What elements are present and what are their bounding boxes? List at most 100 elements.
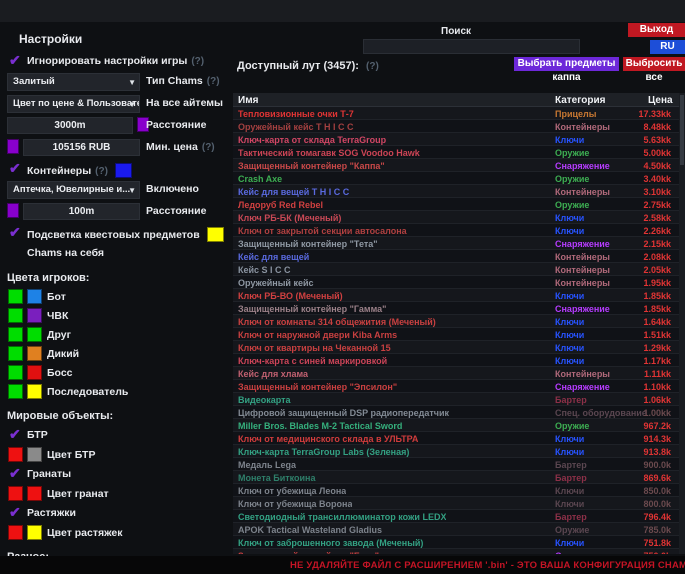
color-btr-swatch-1[interactable]: [8, 447, 23, 462]
containers-color-swatch[interactable]: [115, 163, 132, 178]
table-row[interactable]: Ключ-карта TerraGroup Labs (Зеленая)Ключ…: [233, 445, 685, 458]
grenades-checkbox[interactable]: ✔: [9, 466, 24, 481]
item-name: Ключ от наружной двери Kiba Arms: [238, 330, 397, 340]
item-price: 2.05kk: [643, 265, 671, 275]
table-row[interactable]: Ключ от убежища ЛеонаКлючи850.0k: [233, 484, 685, 497]
table-row[interactable]: Ключ от закрытой секции автосалонаКлючи2…: [233, 224, 685, 237]
color-follower-swatch-1[interactable]: [8, 384, 23, 399]
quest-items-highlight-color-swatch[interactable]: [207, 227, 224, 242]
item-price: 869.6k: [643, 473, 671, 483]
color-grenades-swatch-2[interactable]: [27, 486, 42, 501]
table-row[interactable]: ВидеокартаБартер1.06kk: [233, 393, 685, 406]
color-follower-swatch-2[interactable]: [27, 384, 42, 399]
table-row[interactable]: Тактический томагавк SOG Voodoo HawkОруж…: [233, 146, 685, 159]
min-price-color-swatch[interactable]: [7, 139, 19, 154]
color-mode-dropdown[interactable]: Цвет по цене & Пользователь▼: [7, 95, 140, 113]
table-row[interactable]: Ключ от заброшенного завода (Меченый)Клю…: [233, 536, 685, 549]
table-row[interactable]: Защищенный контейнер "Каппа"Снаряжение4.…: [233, 159, 685, 172]
color-bot-swatch-1[interactable]: [8, 289, 23, 304]
color-scav-swatch-2[interactable]: [27, 346, 42, 361]
item-name: Защищенный контейнер "Бета": [238, 551, 379, 555]
table-row[interactable]: Светодиодный трансиллюминатор кожи LEDXБ…: [233, 510, 685, 523]
table-row[interactable]: Ключ-карта от склада TerraGroupКлючи5.63…: [233, 133, 685, 146]
table-row[interactable]: Кейс для хламаКонтейнеры1.11kk: [233, 367, 685, 380]
item-name: Защищенный контейнер "Гамма": [238, 304, 386, 314]
color-tripwires-label: Цвет растяжек: [47, 527, 123, 539]
drop-all-button[interactable]: Выбросить все: [623, 57, 685, 71]
btr-checkbox[interactable]: ✔: [9, 427, 24, 442]
item-category: Контейнеры: [555, 187, 610, 197]
chams-type-dropdown[interactable]: Залитый▼: [7, 73, 140, 91]
color-friend-swatch-1[interactable]: [8, 327, 23, 342]
item-price: 4.50kk: [643, 161, 671, 171]
color-tripwires-swatch-1[interactable]: [8, 525, 23, 540]
table-row[interactable]: Ключ РБ-БК (Меченый)Ключи2.58kk: [233, 211, 685, 224]
table-row[interactable]: Защищенный контейнер "Бета"Снаряжение750…: [233, 549, 685, 554]
color-tripwires-swatch-2[interactable]: [27, 525, 42, 540]
table-row[interactable]: Защищенный контейнер "Гамма"Снаряжение1.…: [233, 302, 685, 315]
container-types-dropdown[interactable]: Аптечка, Ювелирные и...▼: [7, 181, 140, 199]
table-row[interactable]: Кейс для вещей T H I C CКонтейнеры3.10kk: [233, 185, 685, 198]
tripwires-checkbox[interactable]: ✔: [9, 505, 24, 520]
exit-button[interactable]: Выход: [628, 23, 685, 37]
table-row[interactable]: Crash AxeОружие3.40kk: [233, 172, 685, 185]
table-row[interactable]: Miller Bros. Blades M-2 Tactical SwordОр…: [233, 419, 685, 432]
color-pmc-swatch-2[interactable]: [27, 308, 42, 323]
table-row[interactable]: Тепловизионные очки Т-7Прицелы17.33kk: [233, 107, 685, 120]
item-price: 2.26kk: [643, 226, 671, 236]
color-friend-swatch-2[interactable]: [27, 327, 42, 342]
color-friend-label: Друг: [47, 329, 71, 341]
table-row[interactable]: Кейс для вещейКонтейнеры2.08kk: [233, 250, 685, 263]
containers-checkbox[interactable]: ✔: [9, 161, 24, 176]
table-row[interactable]: Ключ от комнаты 314 общежития (Меченый)К…: [233, 315, 685, 328]
container-distance-color-swatch[interactable]: [7, 203, 19, 218]
table-scrollbar[interactable]: [679, 93, 685, 554]
min-price-input[interactable]: 105156 RUB: [23, 139, 140, 156]
search-input[interactable]: [363, 39, 580, 54]
table-row[interactable]: Монета БиткоинаБартер869.6k: [233, 471, 685, 484]
quest-items-highlight-checkbox[interactable]: ✔: [9, 225, 24, 240]
item-category: Бартер: [555, 460, 587, 470]
table-row[interactable]: Цифровой защищенный DSP радиопередатчикС…: [233, 406, 685, 419]
item-category: Контейнеры: [555, 252, 610, 262]
table-row[interactable]: Защищенный контейнер "Тета"Снаряжение2.1…: [233, 237, 685, 250]
table-row[interactable]: Оружейный кейсКонтейнеры1.95kk: [233, 276, 685, 289]
table-row[interactable]: Медаль LegaБартер900.0k: [233, 458, 685, 471]
table-row[interactable]: Ключ-карта с синей маркировкойКлючи1.17k…: [233, 354, 685, 367]
item-price: 967.2k: [643, 421, 671, 431]
item-category: Снаряжение: [555, 239, 610, 249]
color-grenades-swatch-1[interactable]: [8, 486, 23, 501]
table-row[interactable]: Ключ от медицинского склада в УЛЬТРАКлюч…: [233, 432, 685, 445]
color-scav-swatch-1[interactable]: [8, 346, 23, 361]
help-icon: (?): [191, 56, 204, 67]
color-boss-swatch-2[interactable]: [27, 365, 42, 380]
container-distance-input[interactable]: 100m: [23, 203, 140, 220]
item-name: Ключ от закрытой секции автосалона: [238, 226, 407, 236]
table-row[interactable]: APOK Tactical Wasteland GladiusОружие785…: [233, 523, 685, 536]
chams-self-checkbox[interactable]: [9, 245, 24, 260]
color-btr-swatch-2[interactable]: [27, 447, 42, 462]
chams-type-label: Тип Chams(?): [146, 75, 220, 87]
item-price: 785.0k: [643, 525, 671, 535]
table-row[interactable]: Ледоруб Red RebelОружие2.75kk: [233, 198, 685, 211]
item-name: Ключ РБ-БК (Меченый): [238, 213, 341, 223]
item-price: 796.4k: [643, 512, 671, 522]
color-bot-swatch-2[interactable]: [27, 289, 42, 304]
table-row[interactable]: Ключ от квартиры на Чеканной 15Ключи1.29…: [233, 341, 685, 354]
table-row[interactable]: Ключ от убежища ВоронаКлючи800.0k: [233, 497, 685, 510]
table-row[interactable]: Оружейный кейс T H I C CКонтейнеры8.48kk: [233, 120, 685, 133]
table-row[interactable]: Ключ РБ-ВО (Меченый)Ключи1.85kk: [233, 289, 685, 302]
table-row[interactable]: Защищенный контейнер "Эпсилон"Снаряжение…: [233, 380, 685, 393]
color-pmc-swatch-1[interactable]: [8, 308, 23, 323]
table-row[interactable]: Кейс S I C CКонтейнеры2.05kk: [233, 263, 685, 276]
select-kappa-items-button[interactable]: Выбрать предметы каппа: [514, 57, 619, 71]
table-row[interactable]: Ключ от наружной двери Kiba ArmsКлючи1.5…: [233, 328, 685, 341]
scrollbar-thumb[interactable]: [680, 95, 684, 165]
quest-items-highlight-label: Подсветка квестовых предметов: [27, 227, 224, 242]
item-name: Ключ-карта от склада TerraGroup: [238, 135, 386, 145]
item-category: Оружие: [555, 148, 589, 158]
ignore-game-settings-checkbox[interactable]: ✔: [9, 53, 24, 68]
item-distance-input[interactable]: 3000m: [7, 117, 133, 134]
language-button[interactable]: RU: [650, 40, 685, 54]
color-boss-swatch-1[interactable]: [8, 365, 23, 380]
